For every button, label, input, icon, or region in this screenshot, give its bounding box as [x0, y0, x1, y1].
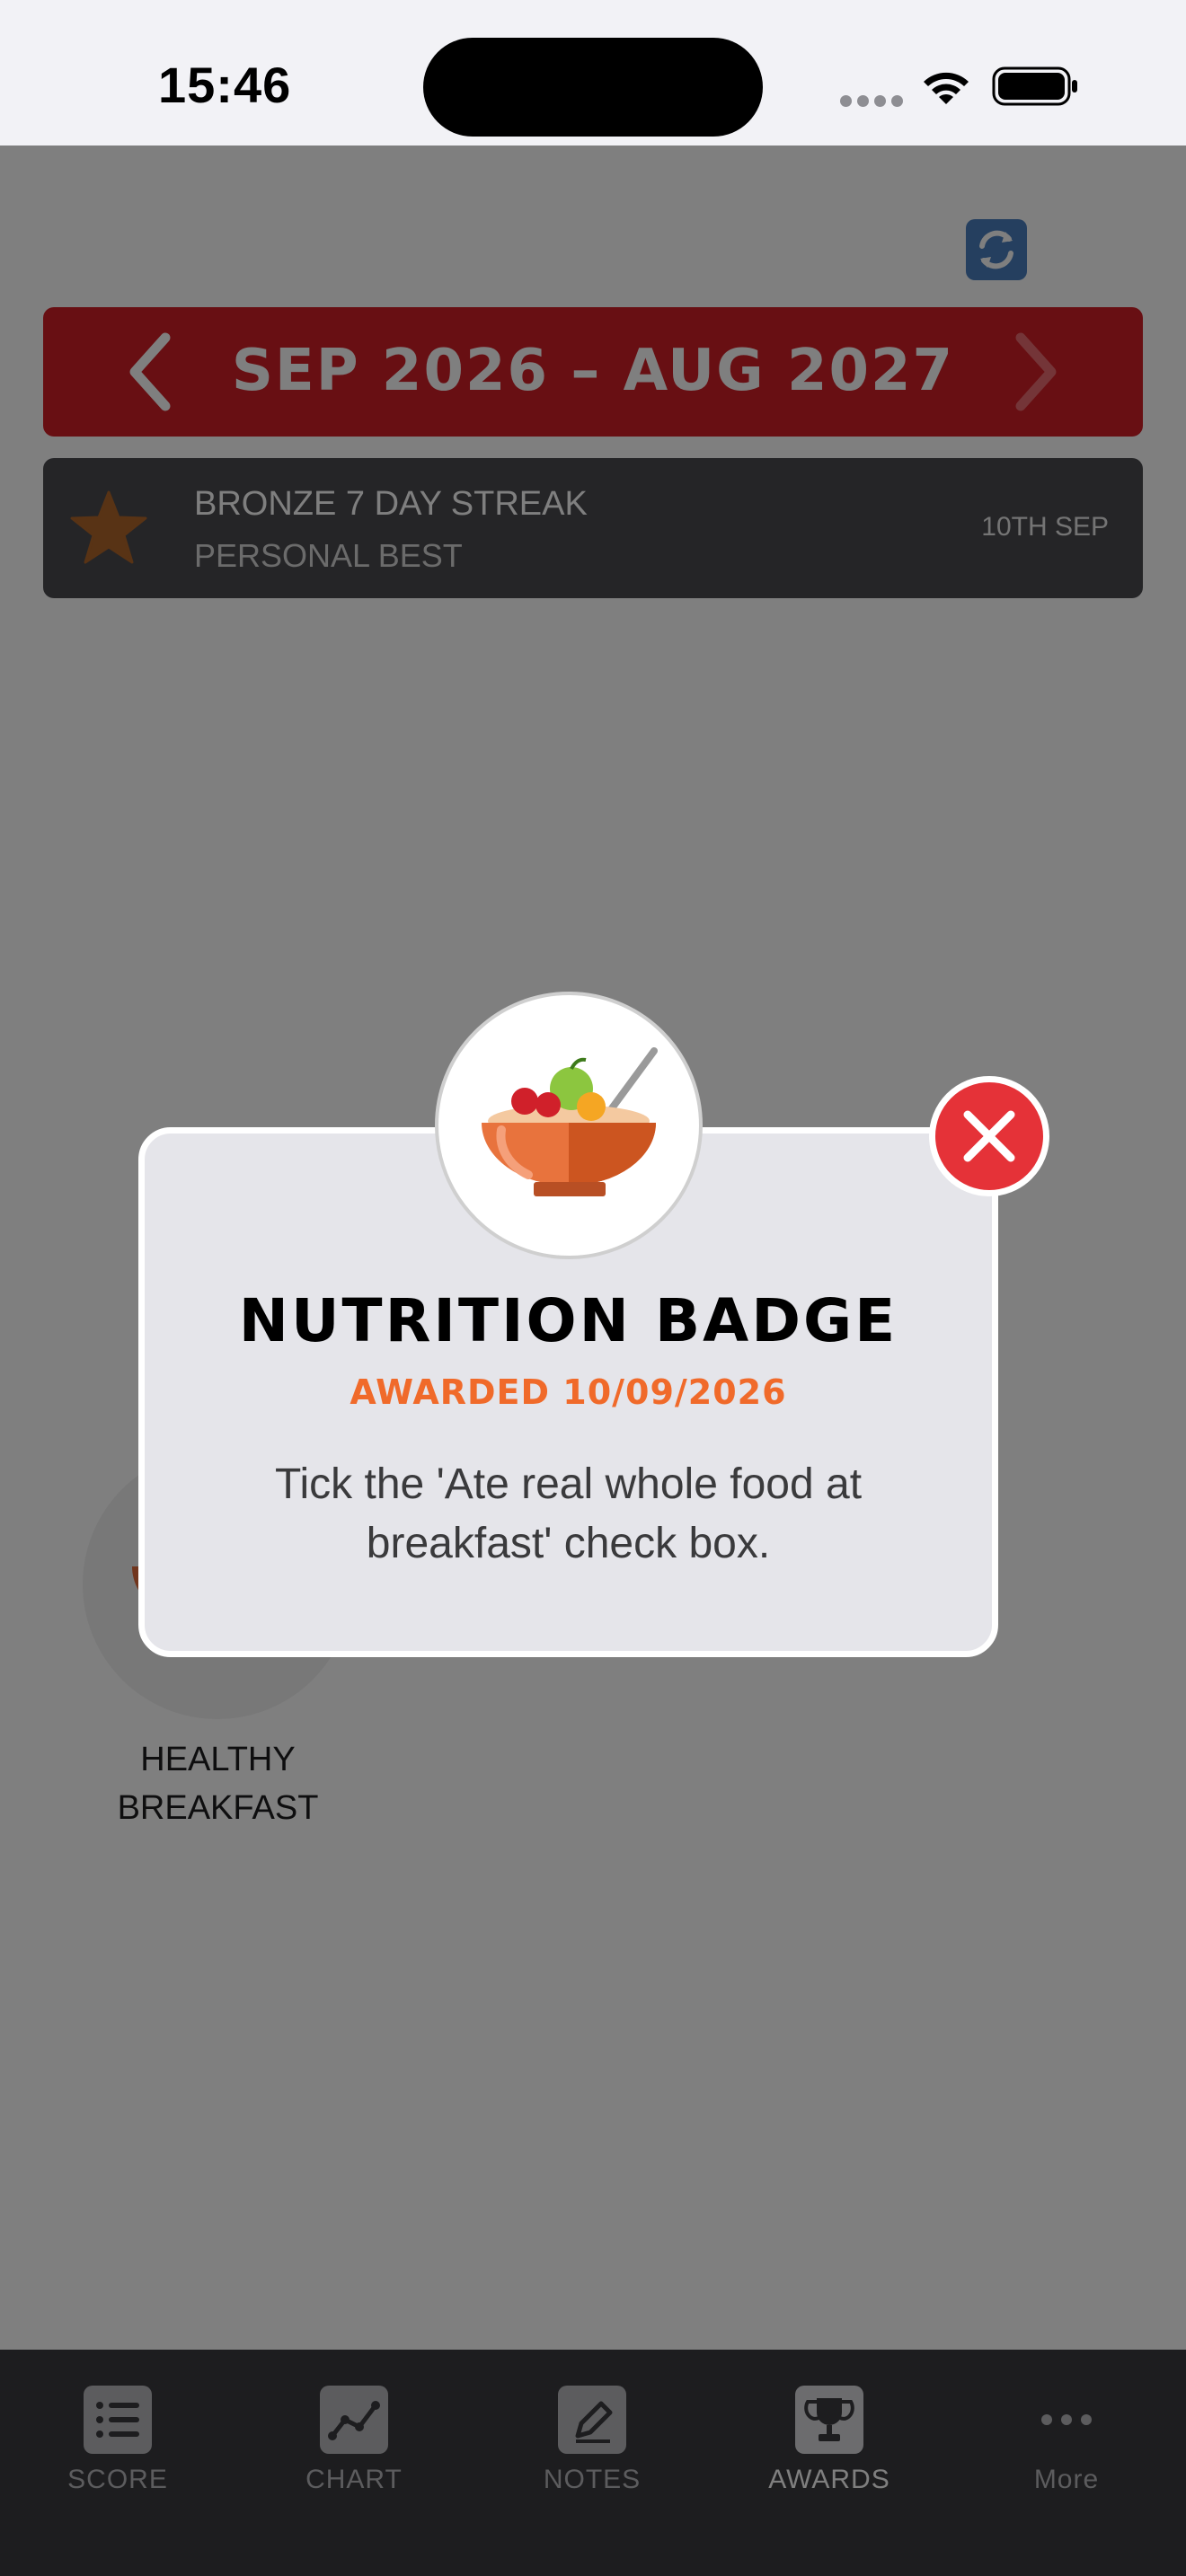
dynamic-island: [423, 38, 763, 137]
battery-icon: [992, 66, 1077, 106]
status-time: 15:46: [158, 57, 292, 113]
wifi-icon: [924, 72, 969, 104]
modal-description: Tick the 'Ate real whole food at breakfa…: [274, 1460, 863, 1567]
close-button[interactable]: [929, 1076, 1049, 1196]
modal-badge-icon: [435, 992, 703, 1259]
fruit-bowl-icon: [482, 1047, 658, 1196]
modal-awarded-date: AWARDED 10/09/2026: [350, 1372, 787, 1412]
close-icon: [963, 1110, 1015, 1162]
modal-title: NUTRITION BADGE: [238, 1286, 898, 1355]
status-bar: 15:46: [0, 0, 1186, 146]
cellular-signal-icon: [840, 83, 903, 107]
